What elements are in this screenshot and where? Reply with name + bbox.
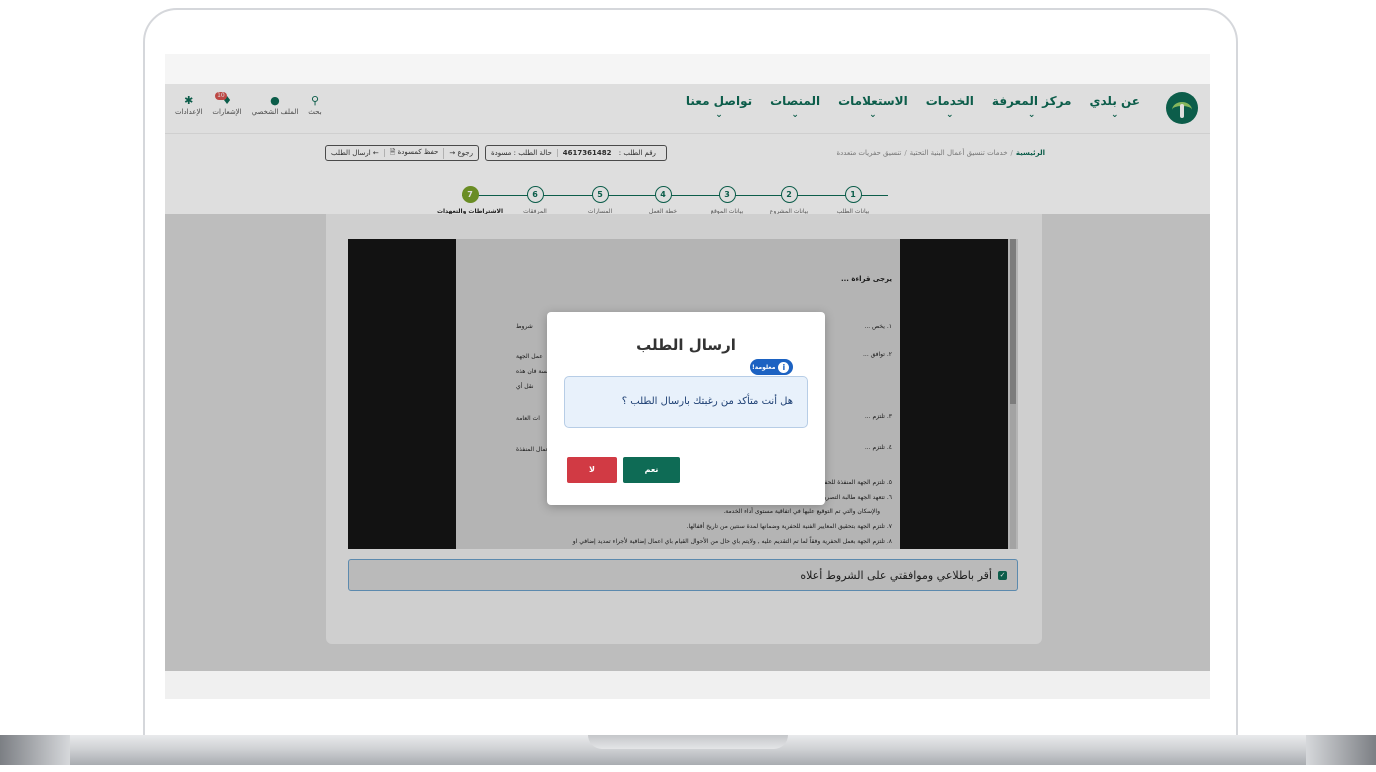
site-header: عن بلدي ⌄ مركز المعرفة ⌄ الخدمات ⌄ الاستعلا… [165, 84, 1210, 134]
chevron-down-icon: ⌄ [1027, 110, 1036, 120]
laptop-screen: عن بلدي ⌄ مركز المعرفة ⌄ الخدمات ⌄ الاستعلا… [165, 54, 1210, 699]
nav-item-platforms[interactable]: المنصات ⌄ [770, 94, 820, 120]
term-fragment: عمال المنفذة [516, 446, 550, 453]
send-request-button[interactable]: ارسال الطلب ← [326, 149, 385, 157]
term-fragment: شروط [516, 323, 533, 330]
laptop-base [0, 735, 1376, 765]
nav-item-contact[interactable]: تواصل معنا ⌄ [686, 94, 752, 120]
nav-label: الاستعلامات [838, 94, 908, 108]
step-number: 3 [718, 186, 736, 203]
terms-intro: يرجى قراءة ... [840, 275, 892, 283]
request-number: 4617361482 [562, 149, 612, 157]
info-message-box: هل أنت متأكد من رغبتك بارسال الطلب ؟ [564, 376, 808, 428]
step-number: 6 [526, 186, 544, 203]
breadcrumb: الرئيسية/خدمات تنسيق أعمال البنية التحتي… [836, 149, 1046, 157]
nav-item-services[interactable]: الخدمات ⌄ [926, 94, 974, 120]
base-right-edge [1306, 735, 1376, 765]
main-nav: عن بلدي ⌄ مركز المعرفة ⌄ الخدمات ⌄ الاستعلا… [686, 94, 1140, 120]
breadcrumb-current: تنسيق حفريات متعددة [836, 149, 902, 157]
search-button[interactable]: ⚲ بحث [308, 94, 321, 116]
save-draft-label: حفظ كمسودة [397, 147, 439, 156]
term-fragment: عمل الجهة [516, 353, 543, 360]
back-label: رجوع [457, 149, 473, 157]
nav-item-knowledge[interactable]: مركز المعرفة ⌄ [992, 94, 1072, 120]
request-status: حالة الطلب : مسودة [490, 149, 552, 157]
save-draft-button[interactable]: 🗎 حفظ كمسودة [385, 147, 445, 159]
agreement-label: أقر باطلاعي وموافقتي على الشروط أعلاه [800, 568, 992, 582]
term-fragment: مسة فان هذه [516, 368, 551, 375]
step-7[interactable]: 7 الاشتراطات والتعهدات [425, 186, 515, 215]
app-window: عن بلدي ⌄ مركز المعرفة ⌄ الخدمات ⌄ الاستعلا… [165, 84, 1210, 671]
tool-label: بحث [308, 108, 322, 116]
nav-label: عن بلدي [1089, 94, 1140, 108]
term-line: والإسكان والتي تم التوقيع عليها في اتفاق… [723, 508, 880, 515]
tool-label: الإشعارات [212, 108, 242, 116]
checkbox-checked-icon[interactable]: ✓ [998, 570, 1007, 580]
document-margin-left [348, 239, 456, 549]
step-number: 2 [780, 186, 798, 203]
settings-button[interactable]: ✱ الإعدادات [175, 94, 202, 116]
document-margin-right [900, 239, 1008, 549]
browser-top-bar [165, 54, 1210, 84]
document-scrollbar[interactable] [1010, 239, 1016, 549]
scrollbar-thumb[interactable] [1010, 239, 1016, 404]
request-number-wrap: رقم الطلب : 4617361482 [556, 149, 666, 157]
send-label: ارسال الطلب [331, 149, 371, 157]
term-fragment: ات العامة [516, 415, 540, 422]
term-line: ٢. توافق ... [863, 351, 892, 358]
term-line: ١. يخص ... [864, 323, 892, 330]
tool-label: الملف الشخصي [251, 108, 299, 116]
confirm-send-dialog: ارسال الطلب هل أنت متأكد من رغبتك بارسال… [547, 312, 825, 505]
confirm-no-button[interactable]: لا [567, 457, 617, 483]
request-info: حالة الطلب : مسودة رقم الطلب : 461736148… [484, 145, 667, 161]
dialog-title: ارسال الطلب [636, 336, 736, 354]
profile-button[interactable]: ● الملف الشخصي [252, 94, 299, 116]
back-button[interactable]: → رجوع [444, 149, 478, 157]
nav-label: تواصل معنا [685, 94, 753, 108]
step-number: 1 [844, 186, 862, 203]
nav-label: المنصات [770, 94, 821, 108]
term-line: ٨. تلتزم الجهة بعمل الحفرية وفقاً لما تم… [572, 538, 892, 545]
confirm-yes-button[interactable]: نعم [623, 457, 680, 483]
chevron-down-icon: ⌄ [869, 110, 877, 120]
notification-badge: 10 [215, 92, 227, 100]
agreement-checkbox-row[interactable]: ✓ أقر باطلاعي وموافقتي على الشروط أعلاه [348, 559, 1018, 591]
info-icon: i [778, 361, 790, 373]
balady-logo[interactable] [1166, 92, 1198, 124]
term-line: ٧. تلتزم الجهة بتحقيق المعايير الفنية لل… [686, 523, 892, 530]
gear-icon: ✱ [184, 94, 194, 107]
term-line: ٤. تلتزم ... [864, 444, 892, 451]
confirm-message: هل أنت متأكد من رغبتك بارسال الطلب ؟ [621, 396, 793, 407]
laptop-notch [588, 735, 788, 749]
step-number: 4 [654, 186, 672, 203]
laptop-mockup: عن بلدي ⌄ مركز المعرفة ⌄ الخدمات ⌄ الاستعلا… [0, 0, 1376, 772]
chevron-down-icon: ⌄ [1110, 110, 1119, 120]
term-line: ٣. تلتزم ... [864, 413, 892, 420]
step-number: 7 [461, 186, 479, 203]
chevron-down-icon: ⌄ [946, 110, 954, 120]
term-fragment: نقل أي [516, 383, 534, 390]
request-actions: ارسال الطلب ← 🗎 حفظ كمسودة → رجوع حالة ا… [325, 145, 667, 161]
nav-label: الخدمات [925, 94, 974, 108]
breadcrumb-service[interactable]: خدمات تنسيق أعمال البنية التحتية [910, 149, 1008, 157]
tool-label: الإعدادات [175, 108, 203, 116]
notifications-button[interactable]: ♦ 10 الإشعارات [212, 92, 242, 116]
search-icon: ⚲ [310, 94, 319, 107]
request-number-label: رقم الطلب : [618, 149, 656, 157]
breadcrumb-home[interactable]: الرئيسية [1016, 149, 1045, 157]
base-left-edge [0, 735, 70, 765]
browser-bottom-bar [165, 671, 1210, 699]
user-icon: ● [270, 94, 280, 107]
chevron-down-icon: ⌄ [715, 110, 723, 120]
bell-icon: ♦ 10 [215, 92, 232, 107]
info-tag: i معلومة! [750, 359, 794, 375]
action-group: ارسال الطلب ← 🗎 حفظ كمسودة → رجوع [325, 145, 479, 161]
header-tools: ⚲ بحث ● الملف الشخصي ♦ 10 الإشعارات ✱ الإعداد… [175, 92, 322, 116]
nav-item-about[interactable]: عن بلدي ⌄ [1089, 94, 1140, 120]
nav-label: مركز المعرفة [991, 94, 1072, 108]
nav-item-inquiries[interactable]: الاستعلامات ⌄ [838, 94, 908, 120]
info-tag-label: معلومة! [752, 363, 776, 371]
chevron-down-icon: ⌄ [791, 110, 799, 120]
step-number: 5 [591, 186, 609, 203]
